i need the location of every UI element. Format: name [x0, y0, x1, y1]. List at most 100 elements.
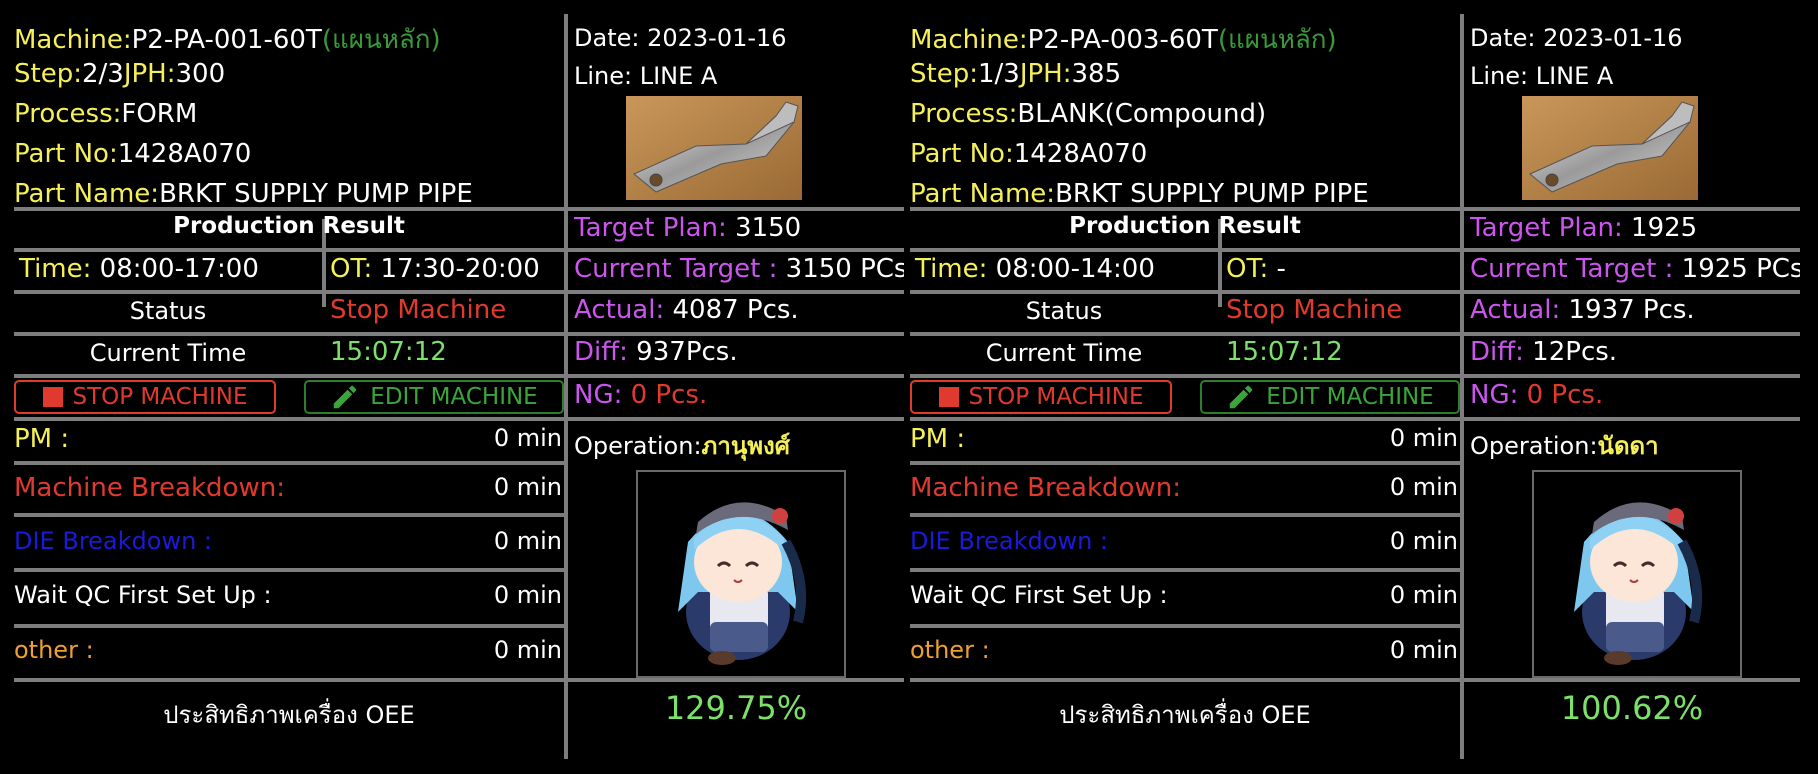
operation-label: Operation:	[574, 432, 702, 460]
current-target: Current Target : 3150 PCs	[574, 254, 904, 284]
partname-line: Part Name:BRKT SUPPLY PUMP PIPE	[910, 179, 1369, 209]
process-label: Process:	[910, 99, 1018, 129]
operator-avatar-icon	[1574, 502, 1703, 665]
machine-value: P2-PA-003-60T	[1027, 25, 1218, 55]
date-text: Date: 2023-01-16	[1470, 24, 1683, 52]
divider	[910, 461, 1460, 465]
diff: Diff: 937Pcs.	[574, 337, 738, 367]
pm-label: PM :	[910, 424, 966, 454]
current-target-label: Current Target :	[1470, 254, 1674, 284]
wait-qc-label: Wait QC First Set Up :	[14, 581, 272, 609]
target-plan-value: 1925	[1622, 213, 1698, 243]
machine-type: (แผนหลัก)	[1217, 25, 1337, 55]
stop-machine-button[interactable]: STOP MACHINE	[14, 380, 276, 414]
operation-value: ภานุพงศ์	[701, 432, 791, 460]
time-label: Time:	[19, 254, 92, 284]
machine-panel: Machine:P2-PA-001-60T(แผนหลัก) Step:2/3J…	[14, 14, 904, 759]
partname-label: Part Name:	[910, 179, 1056, 209]
operation-label: Operation:	[1470, 432, 1598, 460]
partname-value: BRKT SUPPLY PUMP PIPE	[159, 179, 473, 209]
ot-label: OT:	[1226, 254, 1269, 284]
stop-machine-label: STOP MACHINE	[72, 384, 248, 410]
divider	[910, 374, 1800, 378]
production-result-title: Production Result	[1069, 213, 1301, 239]
part-photo-icon	[626, 96, 802, 200]
pm-value: 0 min	[1389, 424, 1458, 452]
ot-label: OT:	[330, 254, 373, 284]
edit-machine-label: EDIT MACHINE	[370, 384, 538, 410]
other-label: other :	[910, 636, 990, 664]
status-label: Status	[129, 297, 207, 325]
current-time-label: Current Time	[89, 339, 247, 367]
ng-label: NG:	[1470, 380, 1519, 410]
step-label: Step:	[14, 59, 82, 89]
actual-label: Actual:	[574, 295, 665, 325]
oee-value: 100.62%	[1560, 689, 1704, 727]
actual-value: 4087 Pcs.	[664, 295, 799, 325]
partname-label: Part Name:	[14, 179, 160, 209]
divider	[14, 461, 564, 465]
operation: Operation:ภานุพงศ์	[574, 426, 790, 465]
status-value: Stop Machine	[1226, 295, 1403, 325]
edit-machine-button[interactable]: EDIT MACHINE	[304, 380, 564, 414]
part-photo	[626, 96, 802, 200]
current-target-label: Current Target :	[574, 254, 778, 284]
divider	[910, 568, 1460, 572]
machine-type: (แผนหลัก)	[321, 25, 441, 55]
divider	[14, 568, 564, 572]
machine-label: Machine:	[14, 25, 132, 55]
actual: Actual: 4087 Pcs.	[574, 295, 799, 325]
part-photo	[1522, 96, 1698, 200]
other-label: other :	[14, 636, 94, 664]
divider-vertical-main	[1460, 14, 1464, 759]
status-value: Stop Machine	[330, 295, 507, 325]
diff: Diff: 12Pcs.	[1470, 337, 1617, 367]
other-value: 0 min	[1389, 636, 1458, 664]
diff-value: 12Pcs.	[1523, 337, 1618, 367]
divider	[14, 374, 904, 378]
machine-panel: Machine:P2-PA-003-60T(แผนหลัก) Step:1/3J…	[910, 14, 1800, 759]
pencil-edit-icon	[334, 385, 357, 409]
part-photo-icon	[1522, 96, 1698, 200]
wait-qc-value: 0 min	[1389, 581, 1458, 609]
machine-breakdown-label: Machine Breakdown:	[14, 473, 285, 503]
stop-machine-button[interactable]: STOP MACHINE	[910, 380, 1172, 414]
diff-label: Diff:	[1470, 337, 1524, 367]
partname-value: BRKT SUPPLY PUMP PIPE	[1055, 179, 1369, 209]
ng: NG: 0 Pcs.	[1470, 380, 1603, 410]
partno-label: Part No:	[910, 139, 1014, 169]
step-line: Step:2/3JPH:300	[14, 59, 225, 89]
time-label: Time:	[915, 254, 988, 284]
status-label: Status	[1025, 297, 1103, 325]
current-time-label: Current Time	[985, 339, 1143, 367]
partname-line: Part Name:BRKT SUPPLY PUMP PIPE	[14, 179, 473, 209]
partno-value: 1428A070	[1013, 139, 1148, 169]
ot-value: -	[1268, 254, 1286, 284]
ot-value: 17:30-20:00	[372, 254, 540, 284]
current-time-value: 15:07:12	[1226, 337, 1343, 367]
production-result-title: Production Result	[173, 213, 405, 239]
diff-label: Diff:	[574, 337, 628, 367]
target-plan-value: 3150	[726, 213, 802, 243]
stop-square-icon	[42, 387, 63, 407]
time-row: Time: 08:00-14:00	[915, 254, 1155, 284]
operator-avatar-icon	[678, 502, 807, 665]
divider	[910, 417, 1800, 421]
pm-label: PM :	[14, 424, 70, 454]
process-line: Process:FORM	[14, 99, 197, 129]
time-value: 08:00-17:00	[91, 254, 259, 284]
machine-breakdown-label: Machine Breakdown:	[910, 473, 1181, 503]
die-breakdown-label: DIE Breakdown :	[14, 527, 212, 555]
edit-machine-button[interactable]: EDIT MACHINE	[1200, 380, 1460, 414]
pencil-edit-icon	[1230, 385, 1253, 409]
partno-value: 1428A070	[117, 139, 252, 169]
date-text: Date: 2023-01-16	[574, 24, 787, 52]
wait-qc-value: 0 min	[493, 581, 562, 609]
process-value: FORM	[121, 99, 198, 129]
step-label: Step:	[910, 59, 978, 89]
target-plan: Target Plan: 1925	[1470, 213, 1697, 243]
process-label: Process:	[14, 99, 122, 129]
process-line: Process:BLANK(Compound)	[910, 99, 1266, 129]
diff-value: 937Pcs.	[627, 337, 738, 367]
machine-value: P2-PA-001-60T	[131, 25, 322, 55]
